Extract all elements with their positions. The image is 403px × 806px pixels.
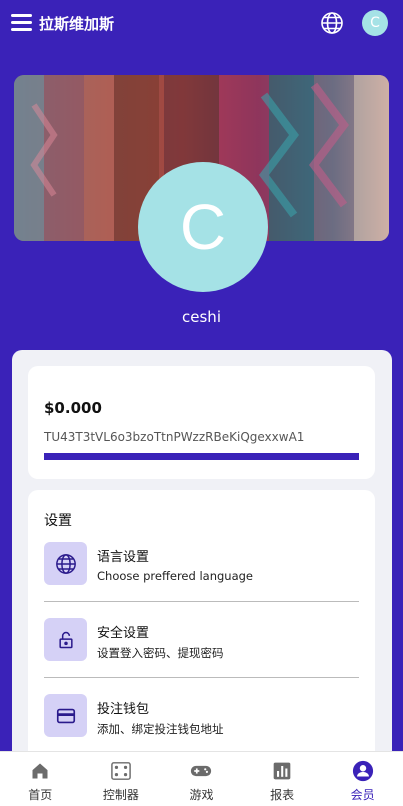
- bottom-nav: 首页 控制器 游戏 报表 会员: [0, 751, 403, 806]
- wallet-balance: $0.000: [44, 399, 102, 417]
- settings-title: 设置: [44, 513, 72, 529]
- divider: [44, 601, 359, 602]
- nav-label: 会员: [350, 788, 375, 802]
- language-globe-icon[interactable]: [320, 11, 344, 35]
- nav-label: 游戏: [189, 788, 214, 802]
- nav-item-controller[interactable]: 控制器: [81, 752, 162, 806]
- app-root: 拉斯维加斯 C C ceshi $0.000 TU43T3tVL6o3bzoTt…: [0, 0, 403, 806]
- nav-item-report[interactable]: 报表: [242, 752, 323, 806]
- wallet-progress-bar: [44, 453, 359, 460]
- setting-title: 安全设置: [97, 626, 150, 641]
- nav-label: 控制器: [102, 788, 139, 802]
- nav-item-games[interactable]: 游戏: [161, 752, 242, 806]
- profile-avatar[interactable]: C: [138, 162, 268, 292]
- report-icon: [271, 760, 293, 782]
- member-icon: [352, 760, 374, 782]
- app-title: 拉斯维加斯: [39, 15, 115, 33]
- globe-icon: [44, 542, 87, 585]
- top-bar: 拉斯维加斯 C: [0, 0, 403, 46]
- hamburger-menu-icon[interactable]: [11, 14, 32, 32]
- setting-title: 投注钱包: [97, 702, 150, 717]
- home-icon: [29, 760, 51, 782]
- account-panel: $0.000 TU43T3tVL6o3bzoTtnPWzzRBeKiQgexxw…: [12, 350, 392, 806]
- wallet-card: $0.000 TU43T3tVL6o3bzoTtnPWzzRBeKiQgexxw…: [28, 366, 375, 479]
- divider: [44, 677, 359, 678]
- setting-item-language[interactable]: 语言设置 Choose preffered language: [44, 542, 359, 618]
- setting-desc: 设置登入密码、提现密码: [97, 646, 224, 660]
- lock-icon: [44, 618, 87, 661]
- nav-label: 首页: [28, 788, 53, 802]
- wallet-address: TU43T3tVL6o3bzoTtnPWzzRBeKiQgexxwA1: [44, 430, 305, 444]
- nav-item-home[interactable]: 首页: [0, 752, 81, 806]
- setting-desc: Choose preffered language: [97, 569, 254, 583]
- nav-item-member[interactable]: 会员: [322, 752, 403, 806]
- nav-label: 报表: [270, 788, 295, 802]
- setting-desc: 添加、绑定投注钱包地址: [97, 722, 224, 736]
- gamepad-icon: [190, 760, 212, 782]
- header-avatar[interactable]: C: [362, 10, 388, 36]
- setting-item-security[interactable]: 安全设置 设置登入密码、提现密码: [44, 618, 359, 694]
- wallet-progress-fill: [44, 453, 359, 460]
- setting-title: 语言设置: [97, 550, 150, 565]
- credit-card-icon: [44, 694, 87, 737]
- profile-username: ceshi: [182, 308, 221, 326]
- controller-icon: [110, 760, 132, 782]
